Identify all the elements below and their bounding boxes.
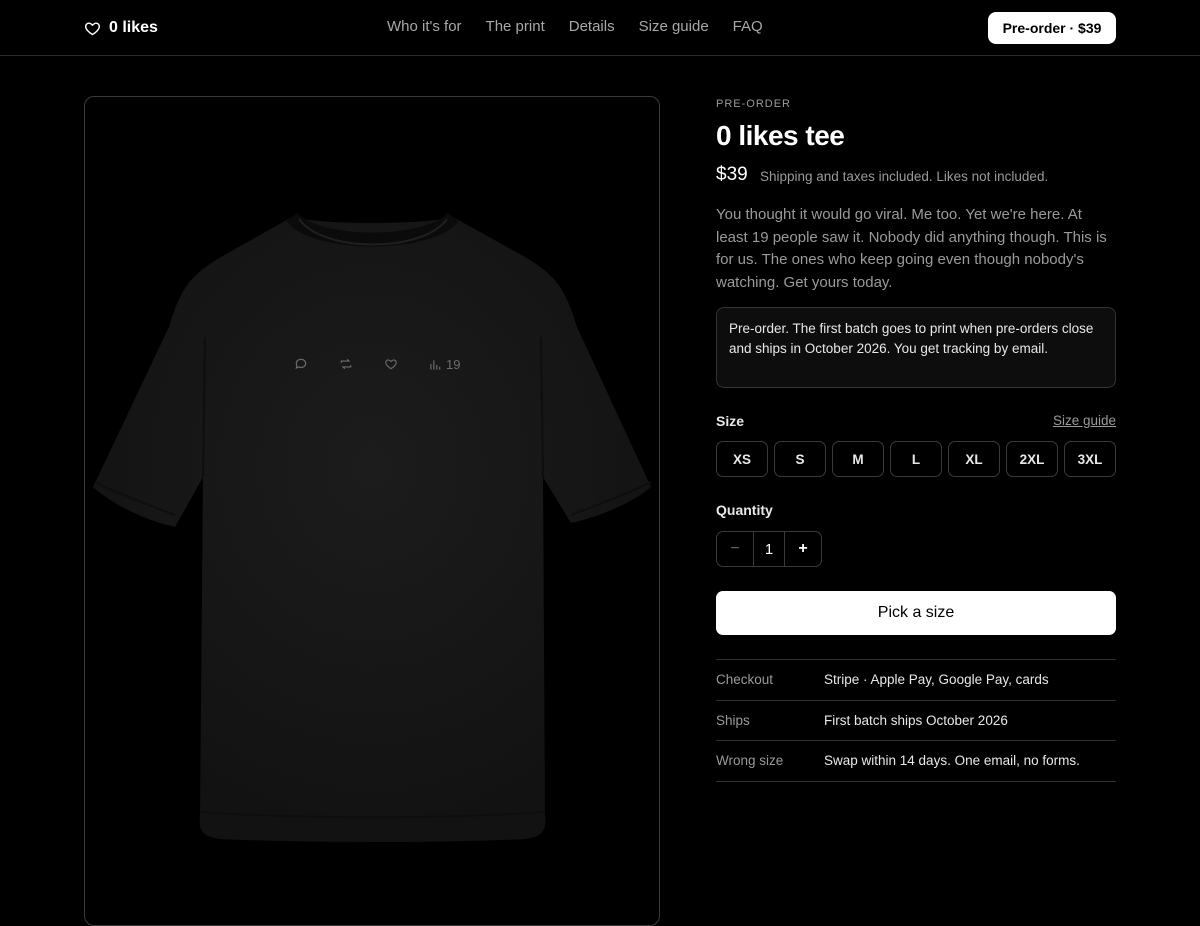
info-value: Stripe · Apple Pay, Google Pay, cards (824, 672, 1049, 688)
size-option-2xl[interactable]: 2XL (1006, 441, 1058, 477)
purchase-info: Checkout Stripe · Apple Pay, Google Pay,… (716, 659, 1116, 782)
brand-logo[interactable]: 0 likes (84, 16, 158, 40)
repost-icon (339, 357, 353, 371)
product-image: 19 (84, 96, 660, 926)
info-key: Ships (716, 712, 750, 728)
top-nav: 0 likes Who it's for The print Details S… (0, 0, 1200, 56)
size-option-xl[interactable]: XL (948, 441, 1000, 477)
info-key: Checkout (716, 672, 774, 688)
price-note: Shipping and taxes included. Likes not i… (760, 169, 1049, 184)
quantity-stepper: − 1 + (716, 531, 822, 567)
size-guide-link[interactable]: Size guide (1053, 413, 1116, 428)
heart-icon (84, 21, 101, 35)
preorder-eyebrow: PRE-ORDER (716, 98, 792, 110)
info-row-wrong-size: Wrong size Swap within 14 days. One emai… (716, 741, 1116, 782)
quantity-label: Quantity (716, 502, 773, 518)
info-row-checkout: Checkout Stripe · Apple Pay, Google Pay,… (716, 660, 1116, 701)
nav-link-details[interactable]: Details (569, 18, 615, 35)
pick-size-button[interactable]: Pick a size (716, 591, 1116, 635)
tshirt-image (93, 212, 652, 842)
brand-name: 0 likes (109, 19, 158, 36)
info-row-ships: Ships First batch ships October 2026 (716, 701, 1116, 741)
views-count: 19 (446, 357, 461, 372)
nav-link-faq[interactable]: FAQ (733, 18, 763, 35)
size-option-3xl[interactable]: 3XL (1064, 441, 1116, 477)
preorder-button[interactable]: Pre-order · $39 (988, 12, 1116, 44)
size-option-l[interactable]: L (890, 441, 942, 477)
size-options: XS S M L XL 2XL 3XL (716, 441, 1116, 477)
product-description: You thought it would go viral. Me too. Y… (716, 206, 1107, 291)
comment-icon (294, 357, 308, 371)
info-value: Swap within 14 days. One email, no forms… (824, 753, 1080, 769)
info-key: Wrong size (716, 753, 784, 769)
nav-link-who-its-for[interactable]: Who it's for (387, 18, 462, 35)
size-option-m[interactable]: M (832, 441, 884, 477)
decrease-quantity-button[interactable]: − (717, 532, 754, 566)
info-value: First batch ships October 2026 (824, 712, 1008, 728)
product-title: 0 likes tee (716, 120, 845, 151)
size-option-s[interactable]: S (774, 441, 826, 477)
product-price: $39 (716, 164, 748, 185)
nav-link-size-guide[interactable]: Size guide (639, 18, 709, 35)
size-option-xs[interactable]: XS (716, 441, 768, 477)
views-icon: 19 (428, 357, 460, 372)
increase-quantity-button[interactable]: + (784, 532, 821, 566)
like-icon (384, 357, 398, 371)
nav-links: Who it's for The print Details Size guid… (387, 18, 763, 35)
preorder-notice: Pre-order. The first batch goes to print… (716, 307, 1116, 388)
nav-link-the-print[interactable]: The print (486, 18, 545, 35)
quantity-value[interactable]: 1 (754, 532, 784, 566)
size-label: Size (716, 413, 745, 429)
